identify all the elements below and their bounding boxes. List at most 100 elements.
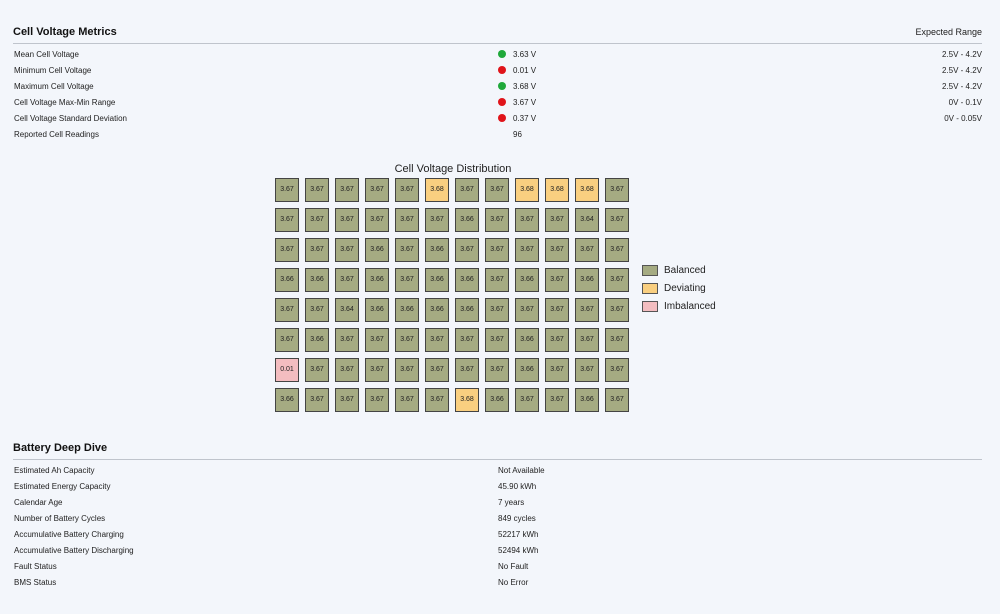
cell-voltage-cell: 3.66: [515, 358, 539, 382]
cell-voltage-cell: 3.67: [485, 328, 509, 352]
cell-voltage-cell: 3.67: [545, 238, 569, 262]
cell-voltage-cell: 3.67: [545, 298, 569, 322]
legend-label: Imbalanced: [664, 301, 716, 312]
deep-dive-row: Calendar Age 7 years: [14, 495, 982, 511]
section-title: Battery Deep Dive: [13, 442, 108, 454]
cell-voltage-cell: 3.67: [545, 268, 569, 292]
cell-voltage-cell: 3.67: [425, 208, 449, 232]
cell-voltage-metrics-header: Cell Voltage Metrics Expected Range: [13, 26, 982, 44]
legend-swatch: [642, 265, 658, 276]
legend-swatch: [642, 301, 658, 312]
metric-value-text: 96: [513, 130, 522, 139]
metric-label: Mean Cell Voltage: [14, 50, 79, 59]
cell-voltage-cell: 3.66: [455, 268, 479, 292]
metric-label: Cell Voltage Standard Deviation: [14, 114, 127, 123]
metric-range: 2.5V - 4.2V: [941, 66, 982, 75]
cell-voltage-cell: 3.68: [425, 178, 449, 202]
metric-value: 3.67 V: [498, 95, 536, 111]
cell-voltage-cell: 3.67: [395, 178, 419, 202]
metric-value-text: 3.63 V: [513, 50, 537, 59]
cell-voltage-cell: 3.67: [485, 358, 509, 382]
cell-voltage-cell: 3.66: [515, 328, 539, 352]
cell-voltage-cell: 3.67: [455, 238, 479, 262]
cell-voltage-cell: 3.67: [485, 238, 509, 262]
metric-value: 3.68 V: [498, 79, 536, 95]
metric-row: Minimum Cell Voltage 0.01 V 2.5V - 4.2V: [14, 63, 982, 79]
expected-range-header: Expected Range: [915, 27, 982, 37]
deep-dive-row: Estimated Energy Capacity 45.90 kWh: [14, 479, 982, 495]
cell-voltage-cell: 3.67: [275, 178, 299, 202]
cell-voltage-cell: 3.66: [305, 268, 329, 292]
cell-voltage-cell: 3.67: [335, 208, 359, 232]
cell-voltage-cell: 3.67: [515, 208, 539, 232]
cell-voltage-cell: 3.67: [275, 238, 299, 262]
deep-dive-label: Accumulative Battery Discharging: [14, 546, 134, 555]
deep-dive-value: 45.90 kWh: [498, 482, 537, 491]
cell-voltage-cell: 3.67: [275, 298, 299, 322]
metric-range: 0V - 0.05V: [944, 114, 982, 123]
battery-deep-dive-header: Battery Deep Dive: [13, 442, 982, 460]
metric-value-text: 3.68 V: [513, 82, 537, 91]
deep-dive-row: Number of Battery Cycles 849 cycles: [14, 511, 982, 527]
cell-voltage-cell: 3.67: [485, 178, 509, 202]
cell-voltage-cell: 3.67: [605, 328, 629, 352]
cell-voltage-cell: 3.66: [365, 298, 389, 322]
cell-voltage-cell: 3.67: [605, 388, 629, 412]
metric-value: 96: [498, 127, 522, 143]
status-dot-icon: [498, 66, 506, 74]
deep-dive-list: Estimated Ah Capacity Not Available Estim…: [14, 463, 982, 591]
cell-voltage-cell: 3.66: [575, 388, 599, 412]
cell-voltage-cell: 3.67: [425, 388, 449, 412]
cell-voltage-cell: 3.67: [335, 388, 359, 412]
cell-voltage-cell: 3.67: [605, 268, 629, 292]
cell-voltage-cell: 3.67: [275, 208, 299, 232]
cell-voltage-cell: 3.68: [575, 178, 599, 202]
deep-dive-value: 52494 kWh: [498, 546, 539, 555]
cell-voltage-cell: 3.67: [305, 388, 329, 412]
cell-voltage-cell: 3.68: [515, 178, 539, 202]
deep-dive-value: No Fault: [498, 562, 529, 571]
metric-value-text: 3.67 V: [513, 98, 537, 107]
metric-label: Cell Voltage Max-Min Range: [14, 98, 116, 107]
metric-range: 2.5V - 4.2V: [941, 82, 982, 91]
cell-voltage-cell: 3.67: [395, 358, 419, 382]
cell-voltage-cell: 3.67: [575, 328, 599, 352]
cell-voltage-cell: 3.67: [425, 328, 449, 352]
cell-voltage-cell: 3.67: [335, 238, 359, 262]
deep-dive-value: No Error: [498, 578, 529, 587]
cell-voltage-cell: 0.01: [275, 358, 299, 382]
cell-voltage-cell: 3.67: [575, 298, 599, 322]
cell-voltage-cell: 3.67: [395, 208, 419, 232]
metric-row: Reported Cell Readings 96: [14, 127, 982, 143]
cell-voltage-cell: 3.67: [335, 328, 359, 352]
cell-voltage-cell: 3.66: [455, 298, 479, 322]
cell-voltage-cell: 3.66: [455, 208, 479, 232]
cell-voltage-cell: 3.66: [395, 298, 419, 322]
cell-voltage-cell: 3.67: [305, 178, 329, 202]
cell-voltage-cell: 3.67: [605, 178, 629, 202]
cell-voltage-cell: 3.66: [575, 268, 599, 292]
metrics-list: Mean Cell Voltage 3.63 V 2.5V - 4.2V Min…: [14, 47, 982, 143]
deep-dive-label: Estimated Energy Capacity: [14, 482, 111, 491]
metric-range: 2.5V - 4.2V: [941, 50, 982, 59]
cell-voltage-cell: 3.64: [575, 208, 599, 232]
cell-voltage-cell: 3.66: [305, 328, 329, 352]
cell-voltage-cell: 3.67: [305, 208, 329, 232]
cell-voltage-cell: 3.67: [545, 208, 569, 232]
deep-dive-value: 52217 kWh: [498, 530, 539, 539]
cell-voltage-cell: 3.67: [455, 328, 479, 352]
deep-dive-value: 7 years: [498, 498, 525, 507]
deep-dive-row: Fault Status No Fault: [14, 559, 982, 575]
cell-voltage-cell: 3.67: [305, 358, 329, 382]
cell-voltage-cell: 3.68: [545, 178, 569, 202]
cell-voltage-cell: 3.64: [335, 298, 359, 322]
cell-voltage-cell: 3.67: [365, 178, 389, 202]
deep-dive-row: BMS Status No Error: [14, 575, 982, 591]
metric-row: Cell Voltage Standard Deviation 0.37 V 0…: [14, 111, 982, 127]
status-dot-icon: [498, 130, 506, 138]
deep-dive-row: Accumulative Battery Discharging 52494 kW…: [14, 543, 982, 559]
cell-voltage-cell: 3.67: [575, 358, 599, 382]
cell-voltage-cell: 3.67: [395, 238, 419, 262]
cell-voltage-cell: 3.67: [305, 298, 329, 322]
cell-voltage-cell: 3.66: [425, 238, 449, 262]
